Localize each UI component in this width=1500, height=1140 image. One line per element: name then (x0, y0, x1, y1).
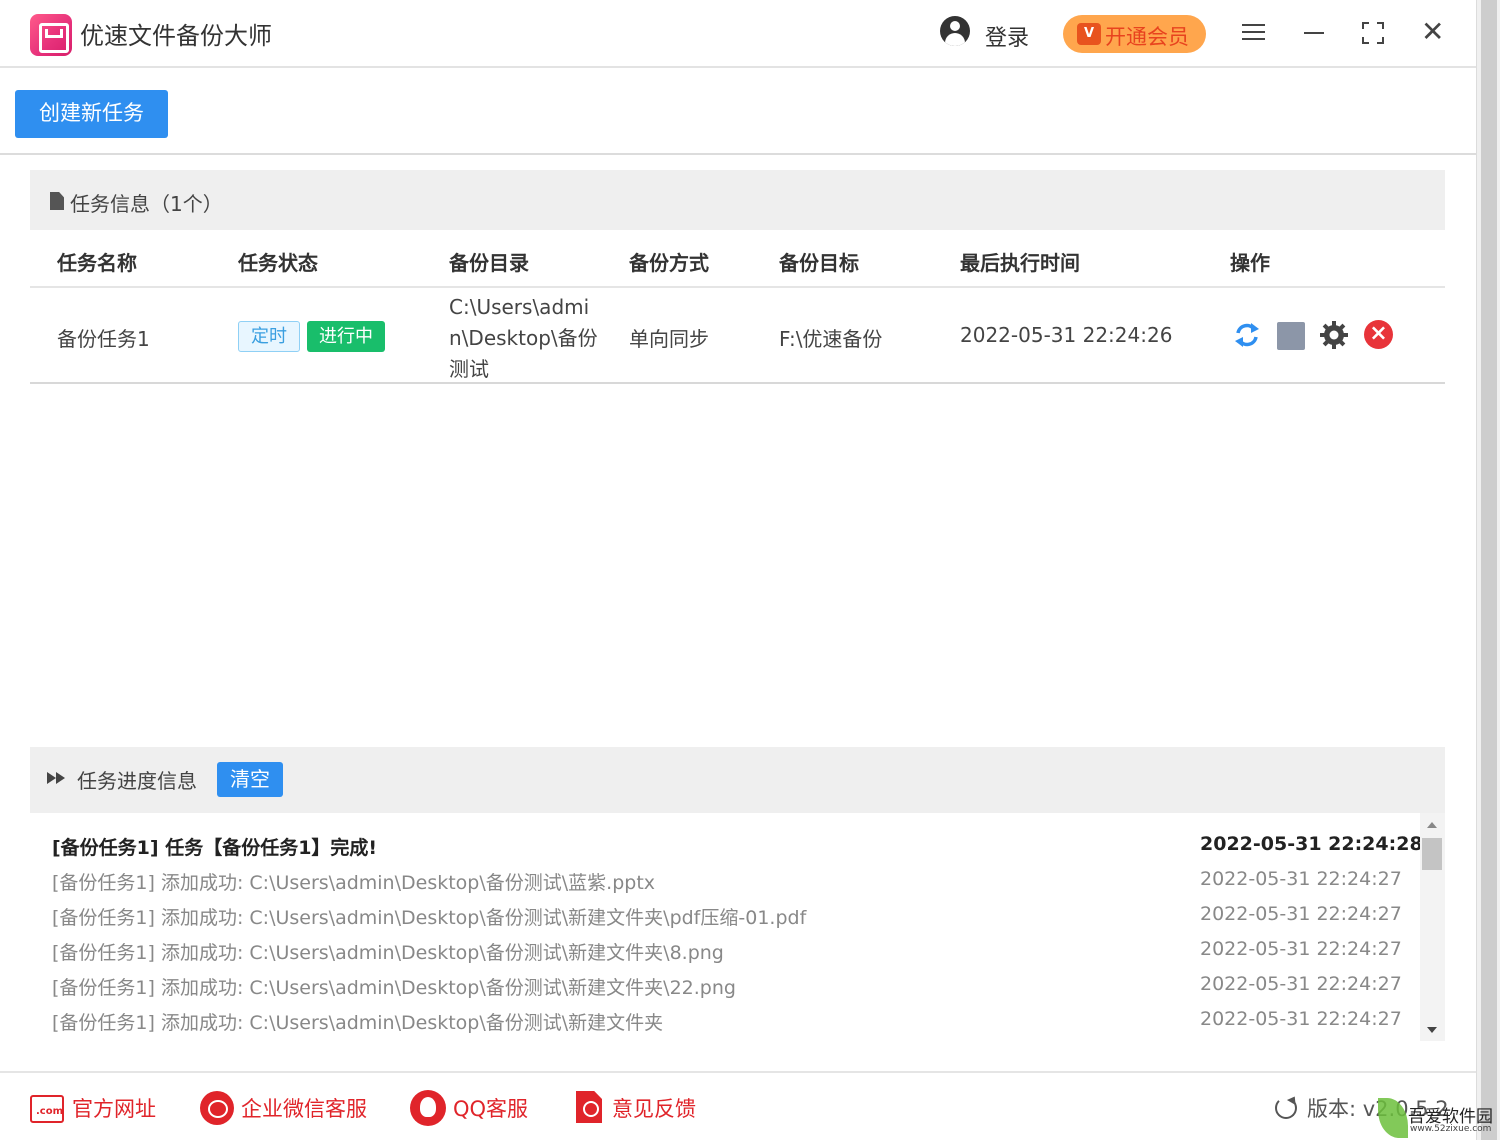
website-link[interactable]: 官方网址 (72, 1093, 156, 1123)
log-message: [备份任务1] 添加成功: C:\Users\admin\Desktop\备份测… (52, 1012, 664, 1034)
log-item: [备份任务1] 添加成功: C:\Users\admin\Desktop\备份测… (52, 1008, 1402, 1041)
task-panel-title: 任务信息（1个） (70, 192, 223, 216)
fast-forward-icon (46, 770, 68, 786)
vip-label: 开通会员 (1105, 25, 1189, 49)
wechat-service-link[interactable]: 企业微信客服 (241, 1093, 367, 1123)
user-icon[interactable] (940, 16, 970, 46)
log-message: [备份任务1] 添加成功: C:\Users\admin\Desktop\备份测… (52, 977, 736, 999)
title-bar: 优速文件备份大师 登录 V 开通会员 ✕ (0, 0, 1476, 68)
log-item: [备份任务1] 任务【备份任务1】完成! 2022-05-31 22:24:28 (52, 833, 1420, 868)
backup-mode: 单向同步 (629, 327, 709, 351)
app-logo-icon (30, 14, 72, 56)
watermark-logo: 吾爱软件园 www.52zixue.com (1378, 1084, 1500, 1140)
delete-icon[interactable]: × (1364, 320, 1393, 349)
feedback-link[interactable]: 意见反馈 (612, 1093, 696, 1123)
maximize-icon[interactable] (1362, 22, 1384, 44)
source-dir: C:\Users\admin\Desktop\备份测试 (449, 295, 598, 381)
qq-service-link[interactable]: QQ客服 (453, 1093, 528, 1123)
log-message: [备份任务1] 添加成功: C:\Users\admin\Desktop\备份测… (52, 942, 724, 964)
progress-panel-title: 任务进度信息 (77, 769, 197, 793)
last-run-time: 2022-05-31 22:24:26 (960, 323, 1173, 347)
log-item: [备份任务1] 添加成功: C:\Users\admin\Desktop\备份测… (52, 868, 1402, 903)
task-panel: 任务信息（1个） 任务名称 任务状态 备份目录 备份方式 备份目标 最后执行时间… (30, 170, 1445, 732)
vip-icon: V (1077, 23, 1101, 45)
login-link[interactable]: 登录 (985, 20, 1029, 52)
log-item: [备份任务1] 添加成功: C:\Users\admin\Desktop\备份测… (52, 903, 1402, 938)
vip-button[interactable]: V 开通会员 (1063, 15, 1206, 53)
toolbar-divider (0, 153, 1476, 155)
watermark-url: www.52zixue.com (1410, 1124, 1492, 1134)
col-header-last-run: 最后执行时间 (960, 251, 1080, 275)
table-row[interactable]: 备份任务1 定时 进行中 C:\Users\admin\Desktop\备份测试… (30, 288, 1445, 384)
refresh-icon[interactable] (1275, 1097, 1297, 1119)
website-icon[interactable]: .com (30, 1095, 64, 1123)
create-task-button[interactable]: 创建新任务 (15, 90, 168, 138)
gear-icon[interactable] (1319, 320, 1349, 350)
close-icon[interactable]: ✕ (1421, 18, 1444, 46)
progress-panel-header: 任务进度信息 清空 (30, 747, 1445, 813)
sync-icon[interactable] (1232, 320, 1262, 350)
qq-icon[interactable] (410, 1090, 446, 1126)
log-time: 2022-05-31 22:24:27 (1200, 868, 1402, 890)
log-time: 2022-05-31 22:24:27 (1200, 973, 1402, 995)
log-time: 2022-05-31 22:24:28 (1200, 833, 1420, 855)
window-scroll-thumb[interactable] (1481, 0, 1497, 1140)
log-time: 2022-05-31 22:24:27 (1200, 903, 1402, 925)
col-header-actions: 操作 (1230, 251, 1270, 275)
col-header-mode: 备份方式 (629, 251, 709, 275)
log-item: [备份任务1] 添加成功: C:\Users\admin\Desktop\备份测… (52, 973, 1402, 1008)
scroll-down-arrow-icon[interactable] (1427, 1027, 1437, 1033)
app-title: 优速文件备份大师 (80, 22, 272, 50)
task-name: 备份任务1 (57, 327, 150, 351)
col-header-name: 任务名称 (57, 251, 137, 275)
menu-icon[interactable] (1242, 24, 1265, 42)
log-message: [备份任务1] 任务【备份任务1】完成! (52, 837, 378, 859)
status-badge-running: 进行中 (307, 321, 385, 352)
col-header-source-dir: 备份目录 (449, 251, 529, 275)
stop-icon[interactable] (1277, 322, 1305, 350)
window-scrollbar[interactable] (1476, 0, 1500, 1140)
leaf-icon (1378, 1098, 1408, 1138)
log-scrollbar[interactable] (1420, 813, 1445, 1041)
document-icon (50, 192, 64, 210)
log-item: [备份任务1] 添加成功: C:\Users\admin\Desktop\备份测… (52, 938, 1402, 973)
scroll-up-arrow-icon[interactable] (1427, 822, 1437, 828)
clear-button[interactable]: 清空 (217, 762, 283, 797)
log-time: 2022-05-31 22:24:27 (1200, 1008, 1402, 1030)
footer: .com 官方网址 企业微信客服 QQ客服 意见反馈 版本: v2.0.5.2 (0, 1071, 1476, 1140)
col-header-status: 任务状态 (238, 251, 318, 275)
log-time: 2022-05-31 22:24:27 (1200, 938, 1402, 960)
log-message: [备份任务1] 添加成功: C:\Users\admin\Desktop\备份测… (52, 872, 656, 894)
scroll-thumb[interactable] (1422, 838, 1442, 870)
task-panel-header: 任务信息（1个） (30, 170, 1445, 230)
status-badge-timed: 定时 (238, 321, 300, 352)
backup-target: F:\优速备份 (779, 327, 883, 351)
log-list: [备份任务1] 任务【备份任务1】完成! 2022-05-31 22:24:28… (30, 813, 1420, 1041)
wechat-icon[interactable] (200, 1091, 234, 1125)
col-header-target: 备份目标 (779, 251, 859, 275)
progress-panel: 任务进度信息 清空 [备份任务1] 任务【备份任务1】完成! 2022-05-3… (30, 747, 1445, 1041)
feedback-icon[interactable] (576, 1091, 602, 1123)
log-message: [备份任务1] 添加成功: C:\Users\admin\Desktop\备份测… (52, 907, 807, 929)
minimize-icon[interactable] (1304, 32, 1324, 34)
task-table-header: 任务名称 任务状态 备份目录 备份方式 备份目标 最后执行时间 操作 (30, 230, 1445, 288)
